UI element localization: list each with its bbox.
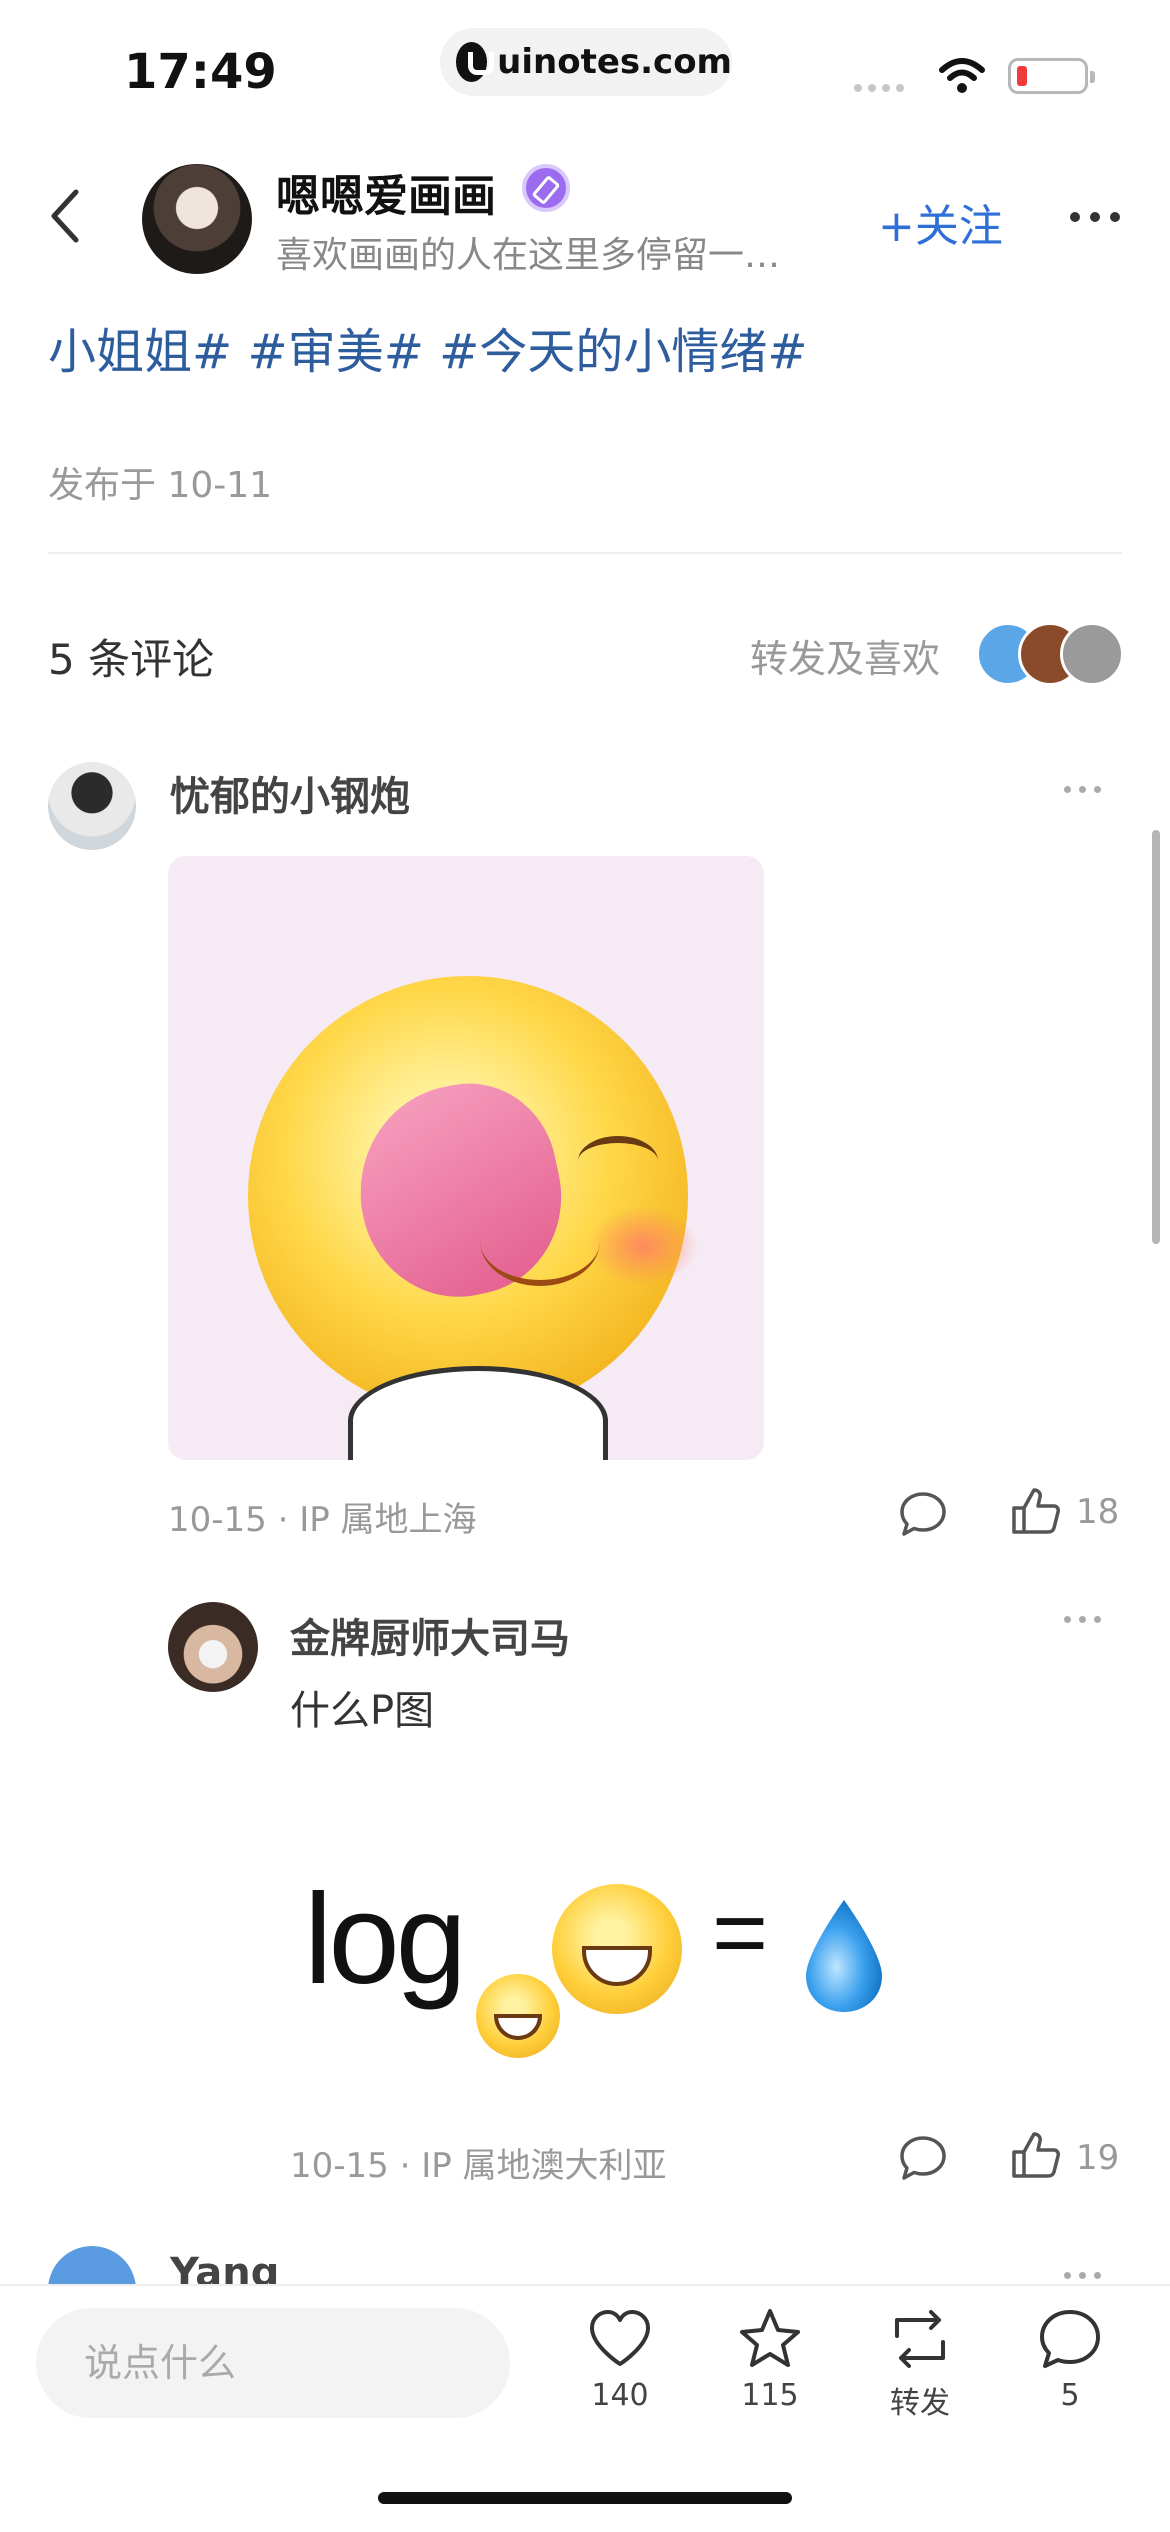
reposts-and-likes-link[interactable]: 转发及喜欢 [750,628,940,683]
comment-more-icon[interactable] [1064,786,1101,793]
log-text: log [304,1868,467,2011]
repost-button[interactable]: 转发 [860,2306,980,2422]
publish-date: 发布于 10-11 [48,465,273,506]
tongue-out-emoji-icon [248,976,698,1416]
comment-input[interactable]: 说点什么 [36,2308,510,2418]
cellular-signal-icon [854,84,904,92]
comment-author[interactable]: 忧郁的小钢炮 [170,764,410,822]
home-indicator[interactable] [378,2492,792,2504]
bottom-action-bar: 说点什么 140 115 转发 5 [0,2284,1170,2532]
comments-count: 5 条评论 [48,635,215,684]
favorite-button[interactable]: 115 [710,2306,830,2413]
follow-button[interactable]: +关注 [878,190,1003,254]
droplet-icon [806,1900,882,2012]
comment-more-icon[interactable] [1064,2272,1101,2279]
star-icon [740,2309,800,2367]
more-options-icon[interactable] [1070,212,1120,222]
reply-text: 什么P图 [290,1688,435,1734]
thumbs-up-icon[interactable] [1010,2130,1062,2180]
sweat-smile-emoji-icon [552,1884,682,2014]
equals-sign: = [712,1879,769,1986]
status-time: 17:49 [124,44,277,100]
avatar [1060,622,1124,686]
verified-creator-icon [522,164,570,212]
site-logo-icon [456,42,495,82]
wifi-icon [939,58,985,93]
grin-emoji-icon [476,1974,560,2058]
comment-icon [1040,2310,1100,2368]
author-avatar[interactable] [142,164,252,274]
favorite-count: 115 [741,2378,799,2413]
reply-avatar[interactable] [168,1602,258,1692]
like-count: 140 [591,2378,649,2413]
author-bio: 喜欢画画的人在这里多停留一… [276,235,781,276]
comment-button[interactable]: 5 [1010,2306,1130,2413]
comment-avatar[interactable] [48,762,136,850]
repost-icon [895,2310,945,2368]
scrollbar[interactable] [1152,830,1160,1244]
reply-more-icon[interactable] [1064,1616,1101,1623]
like-count: 18 [1076,1492,1120,1532]
comment-count: 5 [1060,2378,1080,2413]
like-button[interactable]: 140 [560,2306,680,2413]
status-bar: 17:49 uinotes.com [0,0,1170,140]
reply-icon[interactable] [898,2134,948,2182]
reply-image[interactable]: log = [290,1766,920,2096]
reply-author[interactable]: 金牌厨师大司马 [290,1606,570,1664]
comment-meta: 10-15 · IP 属地上海 [168,1500,477,1540]
battery-icon [1008,58,1095,94]
post-tags[interactable]: 小姐姐# #审美# #今天的小情绪# [48,312,808,382]
divider [48,552,1122,554]
thumbs-up-icon[interactable] [1010,1486,1062,1536]
url-pill[interactable]: uinotes.com [440,28,732,96]
back-button[interactable] [44,186,88,246]
comment-image[interactable] [168,856,764,1460]
like-count: 19 [1076,2138,1120,2178]
url-text: uinotes.com [497,42,732,82]
repost-label: 转发 [890,2386,950,2421]
reply-meta: 10-15 · IP 属地澳大利亚 [290,2146,667,2186]
heart-icon [590,2310,650,2366]
author-name[interactable]: 嗯嗯爱画画 [276,160,496,224]
reply-icon[interactable] [898,1490,948,1538]
liker-avatars[interactable] [976,622,1124,686]
